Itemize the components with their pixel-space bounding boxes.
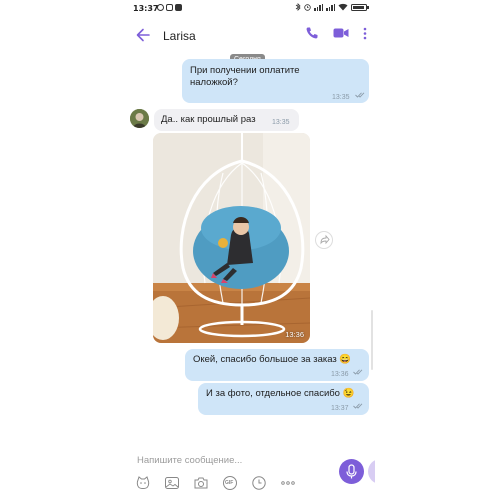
scrollbar[interactable]: [371, 310, 373, 370]
contact-name[interactable]: Larisa: [163, 29, 196, 43]
message-time: 13:35: [272, 119, 290, 126]
more-vertical-icon[interactable]: [363, 27, 367, 40]
message-text: При получении оплатите наложкой?: [190, 65, 300, 88]
phone-icon[interactable]: [305, 26, 319, 40]
microphone-icon: [346, 464, 357, 479]
gif-icon[interactable]: GIF: [222, 475, 238, 491]
wifi-icon: [338, 3, 348, 11]
gif-label: GIF: [225, 480, 234, 486]
message-time: 13:36: [285, 330, 304, 339]
instagram-icon: [166, 4, 173, 11]
camera-icon[interactable]: [193, 475, 209, 491]
message-text: И за фото, отдельное спасибо 😉: [206, 388, 355, 399]
message-bubble[interactable]: При получении оплатите наложкой? 13:35: [182, 59, 369, 103]
message-time: 13:35: [332, 94, 350, 101]
avatar[interactable]: [130, 109, 149, 128]
notification-icons: [157, 4, 182, 11]
message-bubble[interactable]: Окей, спасибо большое за заказ 😄 13:36: [185, 349, 369, 381]
secondary-action-button[interactable]: [368, 459, 375, 484]
app-icon: [175, 4, 182, 11]
back-arrow-icon[interactable]: [135, 25, 151, 45]
message-time: 13:36: [331, 371, 349, 378]
message-bubble[interactable]: И за фото, отдельное спасибо 😉 13:37: [198, 383, 369, 415]
message-text: Да.. как прошлый раз: [161, 114, 256, 125]
signal-icon: [326, 3, 335, 11]
read-ticks-icon: [353, 369, 363, 375]
system-icons: [295, 3, 369, 11]
read-ticks-icon: [355, 92, 365, 98]
chat-header: Larisa: [125, 20, 375, 50]
message-composer: Напишите сообщение... GIF: [125, 445, 375, 500]
battery-icon: [351, 3, 369, 11]
photo-message[interactable]: 13:36: [153, 133, 310, 343]
forward-button[interactable]: [315, 231, 333, 249]
more-icon[interactable]: [280, 475, 296, 491]
read-ticks-icon: [353, 403, 363, 409]
bluetooth-icon: [295, 3, 301, 11]
chat-screen: 13:37 Larisa При получении оплатите нало…: [125, 0, 375, 500]
message-bubble[interactable]: Да.. как прошлый раз 13:35: [154, 109, 299, 131]
alarm-icon: [304, 4, 311, 11]
forward-icon: [320, 234, 330, 245]
message-time: 13:37: [331, 405, 349, 412]
gallery-icon[interactable]: [164, 475, 180, 491]
video-call-icon[interactable]: [333, 27, 349, 39]
composer-toolbar: GIF: [135, 475, 296, 491]
sticker-icon[interactable]: [135, 475, 151, 491]
timer-icon[interactable]: [251, 475, 267, 491]
voice-message-button[interactable]: [339, 459, 364, 484]
status-time: 13:37: [133, 4, 159, 13]
message-input[interactable]: Напишите сообщение...: [137, 455, 242, 466]
status-bar: 13:37: [125, 0, 375, 18]
viber-icon: [157, 4, 164, 11]
message-text: Окей, спасибо большое за заказ 😄: [193, 354, 352, 365]
photo-image: [153, 133, 310, 343]
signal-icon: [314, 3, 323, 11]
